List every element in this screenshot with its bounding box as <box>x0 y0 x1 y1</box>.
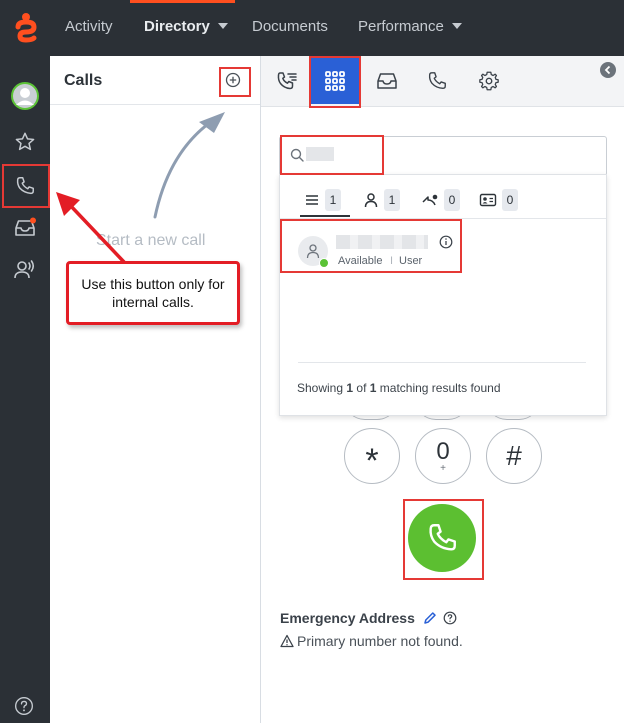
annotation-callout: Use this button only for internal calls. <box>66 261 240 325</box>
annotation-arrows <box>56 112 225 264</box>
